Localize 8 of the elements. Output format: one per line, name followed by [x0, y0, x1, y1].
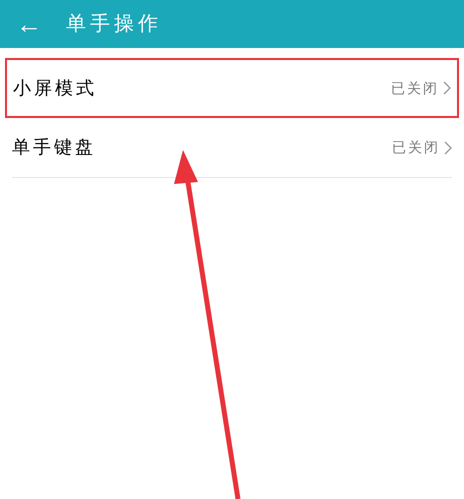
row-status: 已关闭 [391, 78, 439, 98]
chevron-icon [444, 140, 452, 154]
settings-row[interactable]: 小屏模式 已关闭 [5, 58, 459, 118]
row-status: 已关闭 [392, 138, 440, 157]
row-label: 小屏模式 [13, 76, 97, 100]
chevron-icon [443, 81, 451, 95]
row-label: 单手键盘 [12, 136, 96, 159]
page-title: 单手操作 [66, 12, 162, 37]
